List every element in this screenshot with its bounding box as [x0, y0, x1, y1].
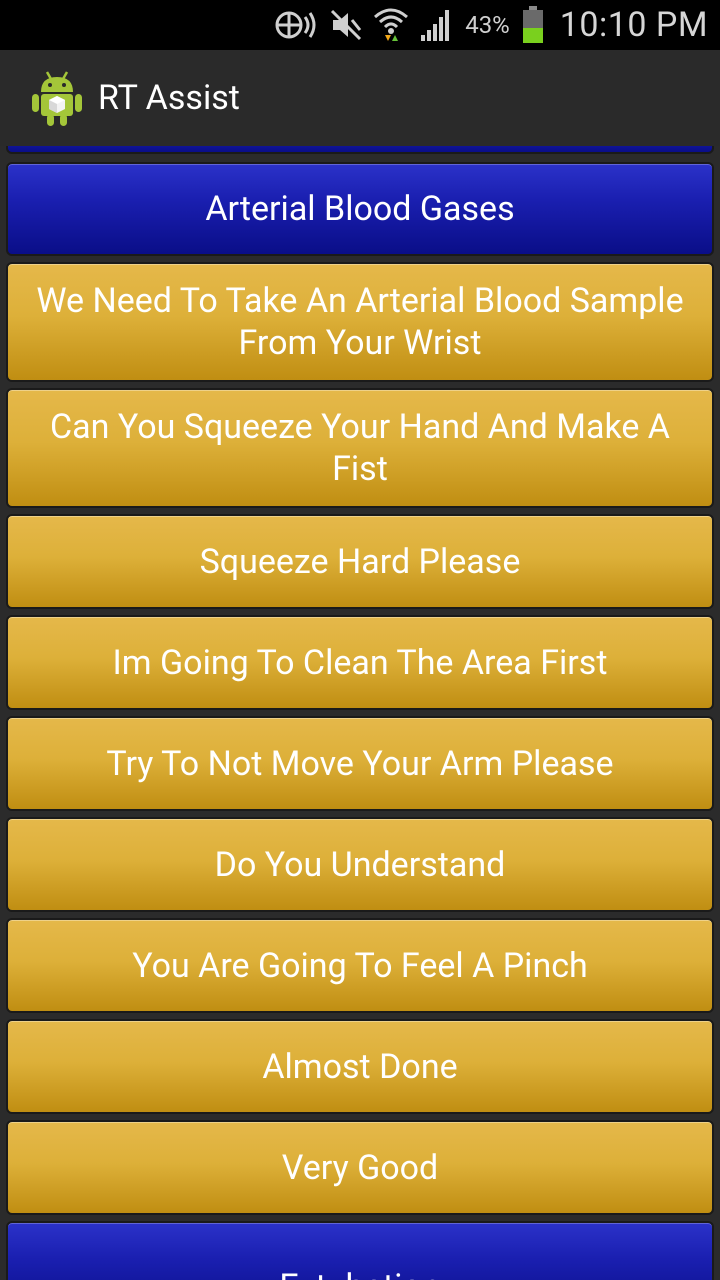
phrase-button[interactable]: Try To Not Move Your Arm Please — [6, 716, 714, 811]
phrase-list: Arterial Blood Gases We Need To Take An … — [0, 146, 720, 1280]
phrase-button[interactable]: We Need To Take An Arterial Blood Sample… — [6, 262, 714, 382]
app-title: RT Assist — [98, 78, 240, 118]
clock: 10:10 PM — [559, 5, 708, 45]
section-header-previous[interactable] — [6, 146, 714, 154]
battery-icon — [522, 6, 544, 44]
action-bar: RT Assist — [0, 50, 720, 147]
battery-percent: 43% — [465, 11, 510, 39]
android-app-icon[interactable] — [30, 68, 84, 128]
phrase-button[interactable]: Do You Understand — [6, 817, 714, 912]
phrase-button[interactable]: Im Going To Clean The Area First — [6, 615, 714, 710]
section-header-extubation[interactable]: Extubation — [6, 1221, 714, 1280]
phrase-button[interactable]: You Are Going To Feel A Pinch — [6, 918, 714, 1013]
status-bar: 43% 10:10 PM — [0, 0, 720, 50]
data-sync-icon — [273, 8, 319, 42]
phrase-button[interactable]: Almost Done — [6, 1019, 714, 1114]
phrase-button[interactable]: Squeeze Hard Please — [6, 514, 714, 609]
section-header-arterial-blood-gases[interactable]: Arterial Blood Gases — [6, 162, 714, 256]
phrase-button[interactable]: Very Good — [6, 1120, 714, 1215]
phrase-button[interactable]: Can You Squeeze Your Hand And Make A Fis… — [6, 388, 714, 508]
signal-icon — [419, 7, 455, 43]
wifi-icon — [373, 5, 409, 45]
mute-icon — [329, 8, 363, 42]
